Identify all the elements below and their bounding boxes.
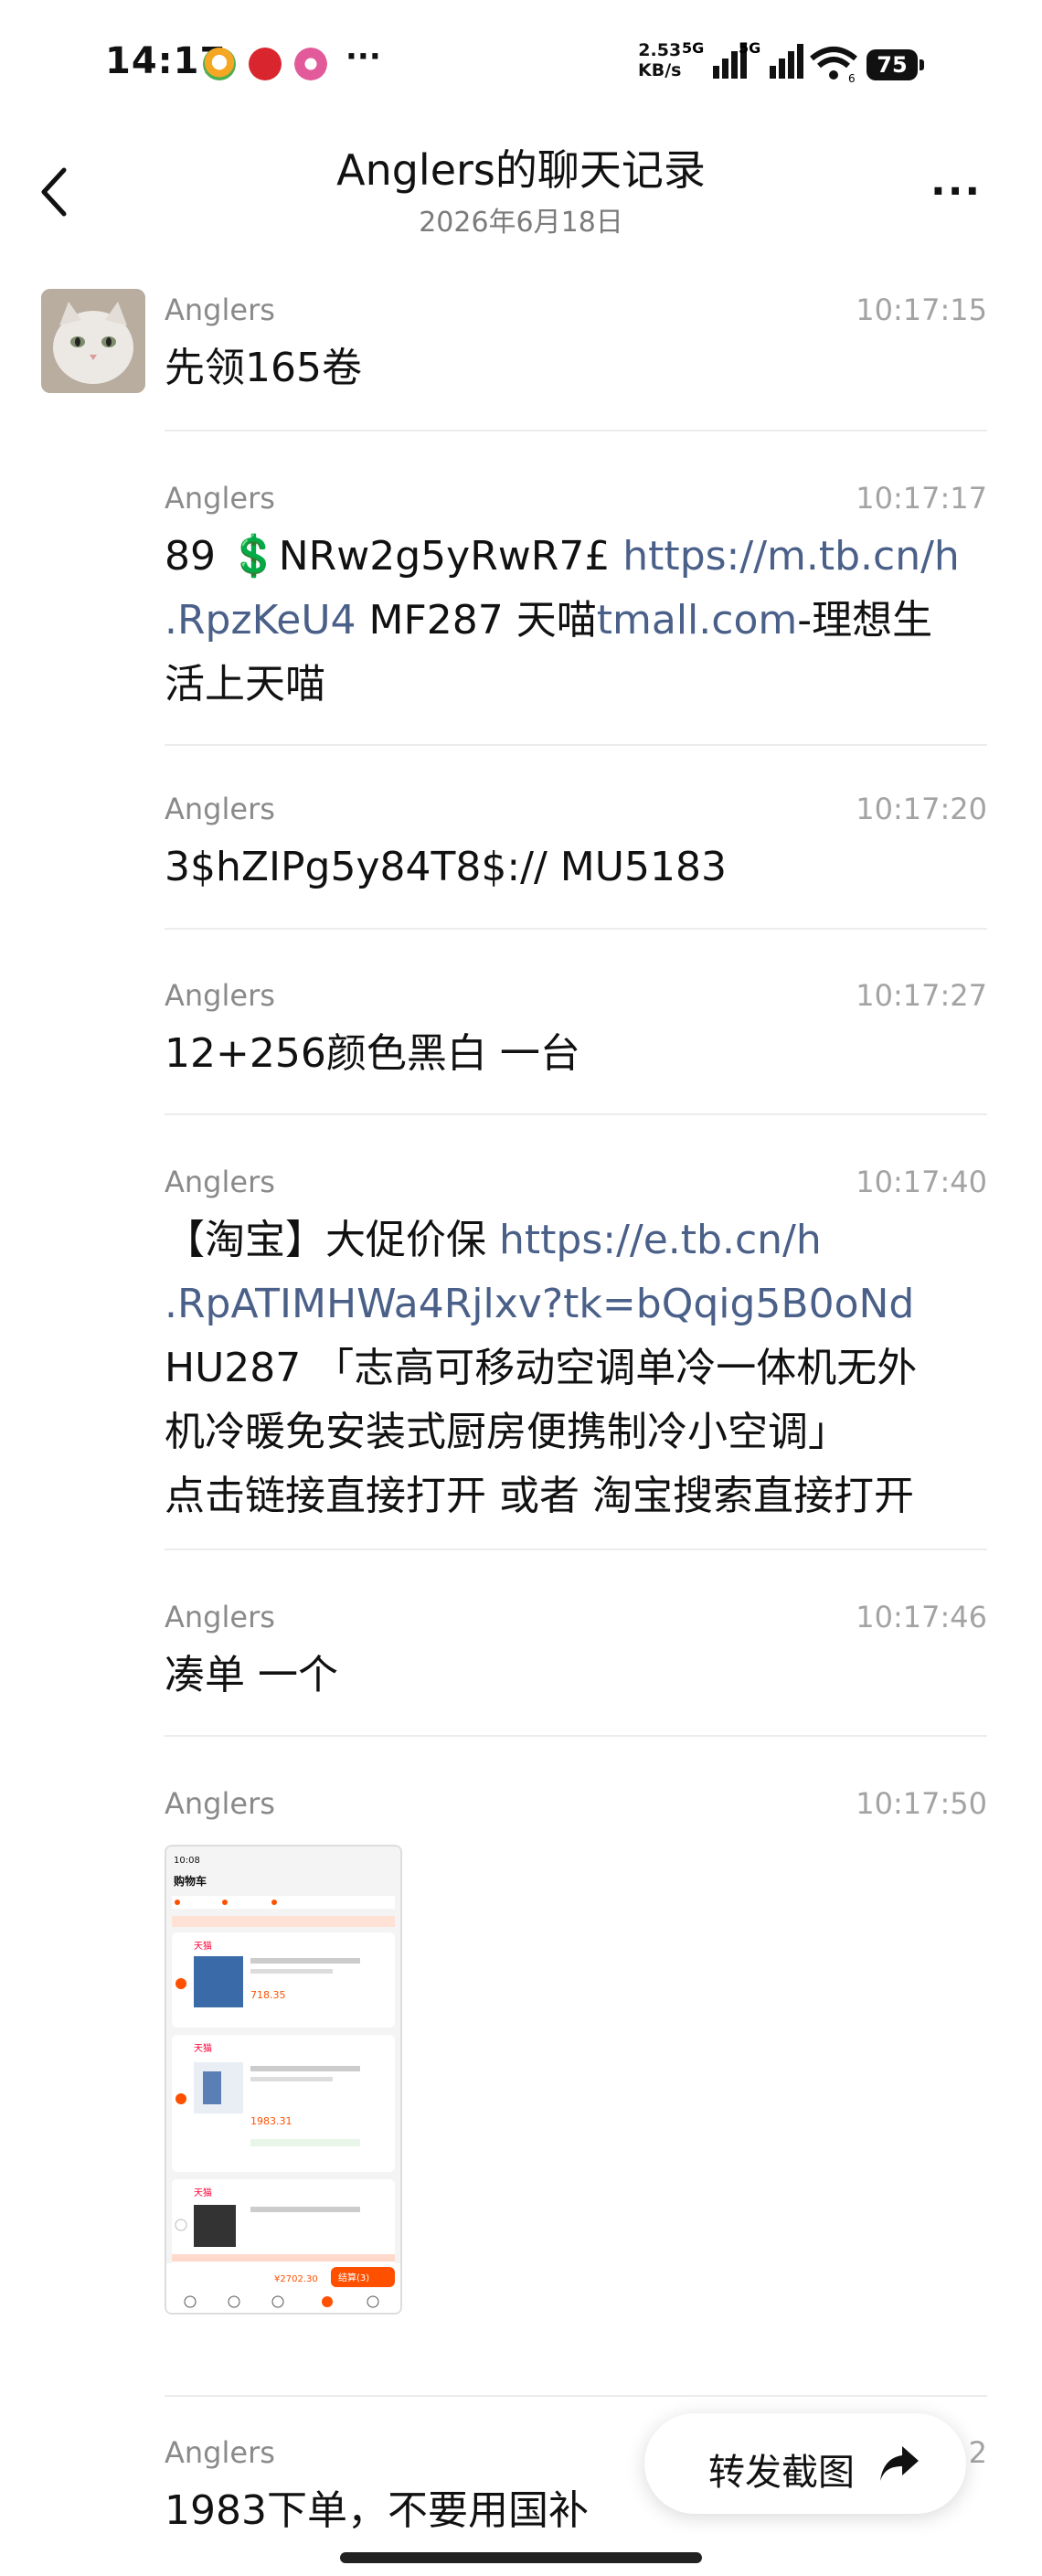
cat-avatar-image (41, 289, 145, 393)
message-link[interactable]: https://m.tb.cn/h (622, 533, 960, 580)
sender-name: Anglers (165, 1165, 275, 1199)
chat-header: Anglers的聊天记录 2026年6月18日 ··· (0, 128, 1042, 256)
avatar[interactable] (41, 289, 145, 393)
divider (165, 1113, 987, 1115)
message-text: 12+256颜色黑白 一台 (165, 1030, 580, 1077)
svg-text:5G: 5G (739, 40, 760, 57)
net1-label: 5G (682, 40, 704, 57)
chat-message[interactable]: Anglers 10:17:40 【淘宝】大促价保 https://e.tb.c… (165, 1165, 987, 1530)
text-segment: 点击链接直接打开 或者 淘宝搜索直接打开 (165, 1473, 914, 1519)
message-time: 2 (968, 2435, 987, 2470)
more-options-icon[interactable]: ··· (930, 168, 982, 215)
divider (165, 744, 987, 746)
thumb-price: 718.35 (250, 1989, 286, 2001)
page-title: Anglers的聊天记录 (336, 145, 706, 195)
chat-message[interactable]: Anglers 10:17:20 3$hZIPg5y84T8$:// MU518… (165, 792, 987, 901)
thumb-shop: 天猫 (194, 2187, 212, 2198)
text-segment: 活上天喵 (165, 661, 325, 708)
net-speed: 2.53 KB/s (638, 40, 681, 80)
message-time: 10:17:50 (856, 1786, 987, 1821)
chat-message[interactable]: Anglers 10:17:50 10:08 购物车 天猫 718.35 天猫 (165, 1786, 987, 2326)
sender-name: Anglers (165, 1786, 275, 1821)
forward-button-label: 转发截图 (708, 2452, 855, 2494)
chat-message[interactable]: Anglers 10:17:27 12+256颜色黑白 一台 (165, 978, 987, 1088)
thumb-shop: 天猫 (194, 2042, 212, 2054)
message-text: 89 💲NRw2g5yRwR7£ https://m.tb.cn/h .RpzK… (165, 525, 987, 717)
thumb-total: ¥2702.30 (274, 2274, 318, 2284)
message-time: 10:17:17 (856, 481, 987, 516)
divider (165, 430, 987, 431)
text-segment: -理想生 (797, 597, 933, 644)
message-text: 先领165卷 (165, 345, 362, 391)
battery-icon: 75 (867, 49, 924, 80)
thumb-checkout: 结算(3) (338, 2272, 369, 2283)
sender-name: Anglers (165, 792, 275, 826)
message-text: 3$hZIPg5y84T8$:// MU5183 (165, 844, 727, 890)
status-bar: 14:17 ··· 2.53 KB/s 5G 5G 6 75 (0, 0, 1042, 128)
sender-name: Anglers (165, 2435, 275, 2470)
net-speed-value: 2.53 (638, 40, 682, 60)
sender-name: Anglers (165, 481, 275, 516)
divider (165, 1735, 987, 1737)
cart-screenshot-thumbnail: 10:08 购物车 天猫 718.35 天猫 1983.31 天猫 ¥2702.… (166, 1847, 400, 2313)
screenshot-image[interactable]: 10:08 购物车 天猫 718.35 天猫 1983.31 天猫 ¥2702.… (165, 1845, 402, 2315)
message-text: 凑单 一个 (165, 1652, 338, 1698)
message-link[interactable]: .RpzKeU4 (165, 597, 356, 644)
divider (165, 2395, 987, 2397)
thumb-title: 购物车 (174, 1874, 207, 1888)
chat-message[interactable]: Anglers 10:17:46 凑单 一个 (165, 1600, 987, 1709)
thumb-price: 1983.31 (250, 2115, 292, 2127)
flower-notification-icon (294, 48, 327, 80)
message-time: 10:17:46 (856, 1600, 987, 1634)
sender-name: Anglers (165, 978, 275, 1013)
chat-date: 2026年6月18日 (419, 207, 623, 239)
text-segment: 【淘宝】大促价保 (165, 1217, 499, 1263)
divider (165, 928, 987, 930)
text-segment: MF287 天喵 (356, 597, 597, 644)
sender-name: Anglers (165, 293, 275, 327)
message-time: 10:17:27 (856, 978, 987, 1013)
more-notifications-icon: ··· (346, 38, 381, 75)
message-time: 10:17:15 (856, 293, 987, 327)
forward-screenshot-button[interactable]: 转发截图 (644, 2413, 966, 2514)
signal-icon-2: 5G (739, 40, 803, 79)
message-text: 【淘宝】大促价保 https://e.tb.cn/h .RpATIMHWa4Rj… (165, 1208, 987, 1528)
thumb-time: 10:08 (174, 1856, 200, 1866)
text-segment: 机冷暖免安装式厨房便携制冷小空调」 (165, 1409, 848, 1455)
svg-text:6: 6 (848, 72, 856, 82)
app-notification-icon (203, 48, 236, 80)
home-indicator (340, 2552, 702, 2563)
chat-message[interactable]: Anglers 10:17:17 89 💲NRw2g5yRwR7£ https:… (165, 481, 987, 719)
message-time: 10:17:40 (856, 1165, 987, 1199)
divider (165, 1549, 987, 1550)
wifi-icon: 6 (810, 47, 857, 82)
text-segment: 89 💲NRw2g5yRwR7£ (165, 533, 623, 580)
bank-notification-icon (249, 48, 282, 80)
message-link[interactable]: https://e.tb.cn/h (499, 1217, 822, 1263)
chat-message[interactable]: Anglers 10:17:15 先领165卷 (165, 293, 987, 402)
message-time: 10:17:20 (856, 792, 987, 826)
sender-name: Anglers (165, 1600, 275, 1634)
message-link[interactable]: .RpATIMHWa4Rjlxv?tk=bQqig5B0oNd (165, 1272, 987, 1336)
net-speed-unit: KB/s (638, 60, 682, 80)
message-link[interactable]: tmall.com (597, 597, 797, 644)
share-arrow-icon (880, 2446, 919, 2481)
thumb-shop: 天猫 (194, 1940, 212, 1952)
text-segment: HU287 「志高可移动空调单冷一体机无外 (165, 1345, 918, 1391)
